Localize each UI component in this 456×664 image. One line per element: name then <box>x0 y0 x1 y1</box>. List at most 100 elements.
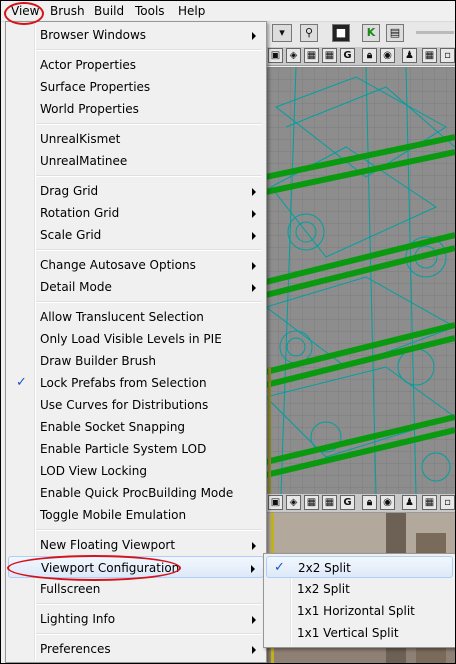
menu-separator <box>36 49 262 51</box>
menu-separator <box>36 123 262 125</box>
menu-separator <box>36 249 262 251</box>
menu-item-unrealmatinee[interactable]: UnrealMatinee <box>8 150 264 172</box>
menu-item-use-curves[interactable]: Use Curves for Distributions <box>8 394 264 416</box>
menu-item-label: Detail Mode <box>40 280 112 294</box>
menu-item-world-properties[interactable]: World Properties <box>8 98 264 120</box>
maximize-icon[interactable]: ▫ <box>440 48 455 63</box>
submenu-arrow-icon <box>252 542 256 550</box>
menu-item-label: Change Autosave Options <box>40 258 196 272</box>
menu-item-label: Surface Properties <box>40 80 151 94</box>
menu-item-label: Lock Prefabs from Selection <box>40 376 207 390</box>
perspective-viewport[interactable] <box>266 67 455 494</box>
grid-icon[interactable]: ▦ <box>322 495 337 510</box>
grid-icon[interactable]: ▦ <box>422 495 437 510</box>
submenu-arrow-icon <box>252 284 256 292</box>
menu-item-label: Rotation Grid <box>40 206 120 220</box>
menu-item-lighting-info[interactable]: Lighting Info <box>8 608 264 630</box>
game-view-button[interactable]: G <box>340 495 355 510</box>
clapper-icon[interactable]: ▤ <box>386 24 404 42</box>
viewport-toolbar-top: ▣ ◈ ▦ ▦ G 🔒︎ ◉ ♟ ▦ ▫ <box>266 47 455 66</box>
grid-icon[interactable]: ▦ <box>304 48 319 63</box>
game-view-button[interactable]: G <box>340 48 355 63</box>
menu-item-label: Enable Socket Snapping <box>40 420 186 434</box>
editor-window: ▾ ⚲ ■ K ▤ ▣ ◈ ▦ ▦ G 🔒︎ ◉ ♟ ▦ ▫ ▣ ◈ ▦ ▦ G… <box>0 0 456 664</box>
menu-brush[interactable]: Brush <box>50 1 85 21</box>
menu-item-label: Enable Quick ProcBuilding Mode <box>40 486 234 500</box>
menu-item-drag-grid[interactable]: Drag Grid <box>8 180 264 202</box>
menu-item-surface-properties[interactable]: Surface Properties <box>8 76 264 98</box>
perspective-icon[interactable]: ◈ <box>286 48 301 63</box>
menu-item-unrealkismet[interactable]: UnrealKismet <box>8 128 264 150</box>
menu-item-label: 1x2 Split <box>297 582 350 596</box>
menu-item-lock-prefabs[interactable]: ✓ Lock Prefabs from Selection <box>8 372 264 394</box>
menu-separator <box>36 175 262 177</box>
submenu-arrow-icon <box>252 210 256 218</box>
menu-build[interactable]: Build <box>94 1 124 21</box>
menu-item-new-floating-viewport[interactable]: New Floating Viewport <box>8 534 264 556</box>
menu-item-label: Lighting Info <box>40 612 116 626</box>
viewport-toolbar-bottom: ▣ ◈ ▦ ▦ G 🔒︎ ◉ ♟ ▦ ▫ <box>266 494 455 513</box>
maximize-icon[interactable]: ▫ <box>440 495 455 510</box>
kismet-icon[interactable]: K <box>362 24 380 42</box>
annotation-circle-viewport-configuration <box>7 555 181 581</box>
menu-item-preferences[interactable]: Preferences <box>8 638 264 660</box>
menu-item-scale-grid[interactable]: Scale Grid <box>8 224 264 246</box>
menu-item-fullscreen[interactable]: Fullscreen <box>8 578 264 600</box>
menu-item-label: 1x1 Vertical Split <box>297 626 399 640</box>
submenu-arrow-icon <box>252 616 256 624</box>
grid-icon[interactable]: ▦ <box>322 48 337 63</box>
submenu-item-1x2-split[interactable]: 1x2 Split <box>266 578 453 600</box>
menu-separator <box>36 603 262 605</box>
menu-item-change-autosave-options[interactable]: Change Autosave Options <box>8 254 264 276</box>
menu-help[interactable]: Help <box>178 1 205 21</box>
menu-item-label: World Properties <box>40 102 139 116</box>
menu-item-label: Only Load Visible Levels in PIE <box>40 332 222 346</box>
joystick-icon[interactable]: ♟ <box>402 48 417 63</box>
dropdown-arrow-icon[interactable]: ▾ <box>272 24 292 42</box>
menu-item-label: Drag Grid <box>40 184 99 198</box>
submenu-arrow-icon <box>252 232 256 240</box>
toolbar-slider[interactable] <box>416 31 454 34</box>
menu-item-toggle-mobile-emulation[interactable]: Toggle Mobile Emulation <box>8 504 264 526</box>
menu-item-detail-mode[interactable]: Detail Mode <box>8 276 264 298</box>
binoculars-icon[interactable]: ⚲ <box>300 24 318 42</box>
menu-item-label: Actor Properties <box>40 58 137 72</box>
menu-item-allow-translucent-selection[interactable]: Allow Translucent Selection <box>8 306 264 328</box>
submenu-item-1x1-vertical-split[interactable]: 1x1 Vertical Split <box>266 622 453 644</box>
box-icon[interactable]: ▣ <box>268 495 283 510</box>
checkmark-icon: ✓ <box>16 375 27 390</box>
menu-item-label: Preferences <box>40 642 111 656</box>
menu-item-label: Scale Grid <box>40 228 102 242</box>
viewport-configuration-submenu: ✓ 2x2 Split 1x2 Split 1x1 Horizontal Spl… <box>263 553 455 648</box>
grid-icon[interactable]: ▦ <box>304 495 319 510</box>
menu-item-enable-socket-snapping[interactable]: Enable Socket Snapping <box>8 416 264 438</box>
submenu-arrow-icon <box>252 32 256 40</box>
menu-separator <box>36 529 262 531</box>
submenu-item-1x1-horizontal-split[interactable]: 1x1 Horizontal Split <box>266 600 453 622</box>
game-icon[interactable]: ■ <box>332 24 350 42</box>
eye-icon[interactable]: ◉ <box>380 48 395 63</box>
joystick-icon[interactable]: ♟ <box>402 495 417 510</box>
menu-bar: View Brush Build Tools Help <box>1 1 455 22</box>
menu-item-label: 2x2 Split <box>298 561 351 575</box>
submenu-item-2x2-split[interactable]: ✓ 2x2 Split <box>266 556 453 578</box>
lock-icon[interactable]: 🔒︎ <box>362 495 377 510</box>
menu-item-lod-view-locking[interactable]: LOD View Locking <box>8 460 264 482</box>
box-icon[interactable]: ▣ <box>268 48 283 63</box>
menu-tools[interactable]: Tools <box>135 1 165 21</box>
checkmark-icon: ✓ <box>274 560 285 575</box>
menu-item-actor-properties[interactable]: Actor Properties <box>8 54 264 76</box>
menu-item-rotation-grid[interactable]: Rotation Grid <box>8 202 264 224</box>
menu-item-label: Enable Particle System LOD <box>40 442 207 456</box>
lock-icon[interactable]: 🔒︎ <box>362 48 377 63</box>
menu-item-draw-builder-brush[interactable]: Draw Builder Brush <box>8 350 264 372</box>
menu-item-quick-procbuilding[interactable]: Enable Quick ProcBuilding Mode <box>8 482 264 504</box>
menu-item-browser-windows[interactable]: Browser Windows <box>8 24 264 46</box>
menu-item-only-load-visible-levels[interactable]: Only Load Visible Levels in PIE <box>8 328 264 350</box>
menu-item-label: Draw Builder Brush <box>40 354 157 368</box>
grid-icon[interactable]: ▦ <box>422 48 437 63</box>
menu-item-label: 1x1 Horizontal Split <box>297 604 415 618</box>
perspective-icon[interactable]: ◈ <box>286 495 301 510</box>
menu-item-enable-particle-lod[interactable]: Enable Particle System LOD <box>8 438 264 460</box>
eye-icon[interactable]: ◉ <box>380 495 395 510</box>
